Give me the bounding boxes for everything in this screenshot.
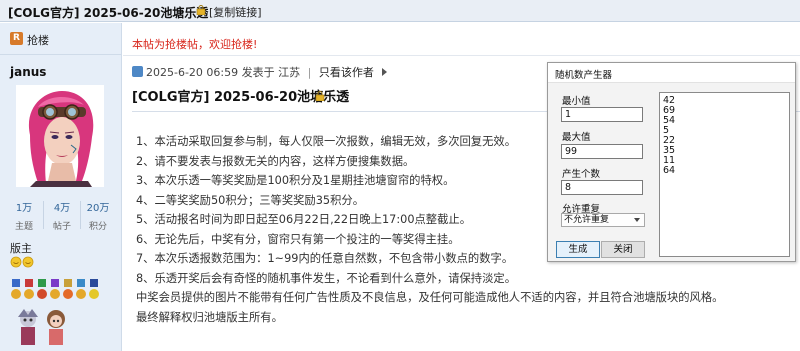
post-location: 发表于 江苏 — [241, 66, 301, 79]
post-meta: 2025-6-20 06:59 发表于 江苏 | 只看该作者 — [132, 64, 388, 80]
dialog-titlebar[interactable]: 随机数产生器 — [548, 63, 795, 83]
avatar[interactable] — [16, 85, 104, 187]
divider — [123, 55, 800, 56]
floor-grab-label: 抢楼 — [27, 34, 49, 47]
max-value-label: 最大值 — [562, 132, 591, 143]
results-list[interactable]: 42 69 54 5 22 35 11 64 — [659, 92, 790, 257]
max-value-input[interactable]: 99 — [561, 144, 643, 159]
floor-grab-row: R 抢楼 — [0, 23, 122, 55]
floor-grab-notice: 本帖为抢楼帖，欢迎抢楼! — [132, 38, 258, 51]
author-stats: 1万 主题 4万 帖子 20万 积分 — [6, 199, 116, 233]
stat-posts-value: 4万 — [53, 203, 71, 214]
count-label: 产生个数 — [562, 169, 601, 180]
close-button[interactable]: 关闭 — [601, 241, 645, 258]
rule-line: 最终解释权归池塘版主所有。 — [136, 310, 283, 324]
post-date: 2025-6-20 06:59 — [146, 66, 239, 79]
stat-topics-value: 1万 — [15, 203, 33, 214]
meta-separator: | — [307, 66, 312, 79]
user-rank: 版主 — [10, 242, 32, 255]
chevron-down-icon — [634, 218, 640, 222]
dialog-title: 随机数产生器 — [555, 70, 613, 81]
allow-duplicates-select[interactable]: 不允许重复 — [561, 213, 645, 227]
allow-duplicates-value: 不允许重复 — [564, 215, 610, 225]
lock-icon — [196, 5, 206, 15]
thread-title: [COLG官方] 2025-06-20池塘乐透 — [8, 6, 209, 20]
min-value-label: 最小值 — [562, 96, 591, 107]
only-author-link[interactable]: 只看该作者 — [319, 66, 374, 79]
result-item: 64 — [663, 165, 676, 176]
result-item: 5 — [663, 125, 670, 136]
medal-icons — [11, 279, 99, 299]
play-arrow-icon[interactable] — [382, 68, 388, 76]
thread-title-bar: [COLG官方] 2025-06-20池塘乐透 [复制链接] — [0, 0, 800, 22]
stat-credits-label: 积分 — [88, 222, 107, 232]
stat-credits-value: 20万 — [86, 203, 110, 214]
floor-grab-icon: R — [10, 32, 23, 45]
stat-posts-label: 帖子 — [52, 222, 71, 232]
stat-credits[interactable]: 20万 积分 — [80, 199, 116, 232]
result-item: 54 — [663, 115, 676, 126]
rule-line: 8、乐透开奖后会有奇怪的随机事件发生，不论看到什么意外，请保持淡定。 — [136, 271, 516, 285]
rank-star-icon — [10, 256, 34, 268]
stat-posts[interactable]: 4万 帖子 — [44, 199, 80, 232]
post-author-icon — [132, 66, 143, 77]
min-value-input[interactable]: 1 — [561, 107, 643, 122]
result-item: 35 — [663, 145, 676, 156]
result-item: 11 — [663, 155, 676, 166]
result-item: 69 — [663, 105, 676, 116]
decoration-figures — [18, 309, 65, 345]
result-item: 22 — [663, 135, 676, 146]
rule-line: 中奖会员提供的图片不能带有任何广告性质及不良信息，及任何可能造成他人不适的内容，… — [136, 291, 724, 304]
generate-button[interactable]: 生成 — [556, 241, 600, 258]
count-input[interactable]: 8 — [561, 180, 643, 195]
random-number-dialog: 随机数产生器 最小值 1 最大值 99 产生个数 8 允许重复 不允许重复 生成… — [547, 62, 796, 262]
author-username[interactable]: janus — [10, 65, 46, 79]
result-item: 42 — [663, 95, 676, 106]
author-sidebar: R 抢楼 janus 1万 主题 4万 帖子 20万 积分 版主 — [0, 23, 122, 351]
lock-icon — [315, 91, 325, 101]
stat-topics-label: 主题 — [14, 222, 33, 232]
stat-topics[interactable]: 1万 主题 — [6, 199, 42, 232]
copy-link-button[interactable]: [复制链接] — [209, 4, 262, 20]
